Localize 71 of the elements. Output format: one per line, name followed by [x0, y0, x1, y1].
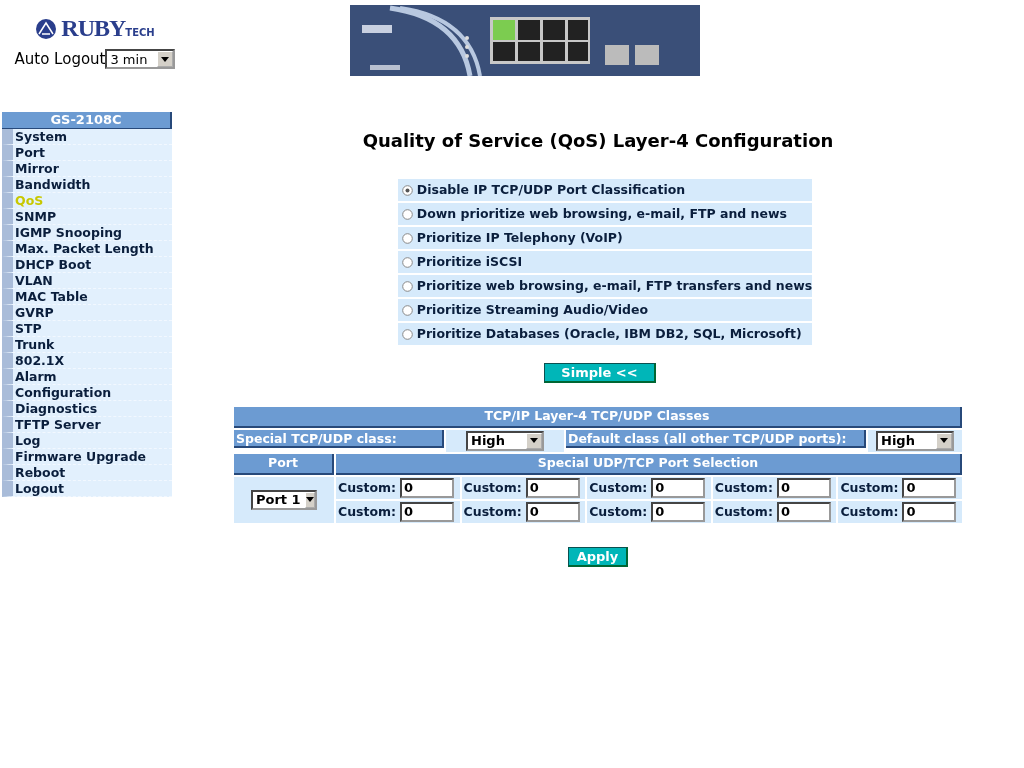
- option-label: Disable IP TCP/UDP Port Classification: [416, 180, 686, 199]
- port-number-field[interactable]: 0: [525, 501, 580, 522]
- custom-label: Custom:: [714, 480, 773, 495]
- option-label: Prioritize IP Telephony (VoIP): [416, 228, 623, 247]
- custom-label: Custom:: [589, 504, 648, 520]
- sidebar-title: GS-2108C: [2, 112, 172, 129]
- sidebar-item[interactable]: Trunk: [2, 337, 172, 353]
- sidebar-item[interactable]: STP: [2, 321, 172, 337]
- port-number-field[interactable]: 0: [651, 477, 706, 498]
- sidebar-item[interactable]: Firmware Upgrade: [2, 449, 172, 465]
- port-number-field[interactable]: 0: [400, 501, 455, 522]
- sidebar-item[interactable]: Max. Packet Length: [2, 241, 172, 257]
- custom-label: Custom:: [840, 504, 899, 520]
- port-number-field[interactable]: 0: [525, 477, 580, 498]
- table-header: Default class (all other TCP/UDP ports):: [566, 429, 866, 448]
- table-header: Port: [234, 453, 334, 475]
- radio-button[interactable]: [401, 280, 413, 292]
- option-label: Down prioritize web browsing, e-mail, FTP and news: [416, 204, 787, 223]
- port-select[interactable]: Port 1: [251, 489, 317, 510]
- custom-label: Custom:: [840, 480, 899, 495]
- sidebar-item[interactable]: Alarm: [2, 369, 172, 385]
- sidebar-item[interactable]: GVRP: [2, 305, 172, 321]
- option-label: Prioritize web browsing, e-mail, FTP transfers and news: [416, 276, 813, 295]
- sidebar-item[interactable]: Configuration: [2, 385, 172, 401]
- port-number-field[interactable]: 0: [651, 501, 706, 522]
- sidebar-item[interactable]: IGMP Snooping: [2, 225, 172, 241]
- sidebar-item[interactable]: Logout: [2, 481, 172, 497]
- table-header: Special TCP/UDP class:: [234, 429, 444, 448]
- page-title: Quality of Service (QoS) Layer-4 Configuration: [362, 129, 834, 153]
- radio-button[interactable]: [401, 184, 413, 196]
- radio-button[interactable]: [401, 208, 413, 220]
- custom-label: Custom:: [589, 480, 648, 495]
- special-class-select[interactable]: High: [466, 430, 544, 451]
- custom-label: Custom:: [714, 504, 773, 520]
- port-number-field[interactable]: 0: [902, 501, 957, 522]
- globe-logo-icon: [35, 18, 58, 40]
- port-number-field[interactable]: 0: [776, 477, 831, 498]
- port-number-field[interactable]: 0: [902, 477, 957, 498]
- radio-button[interactable]: [401, 328, 413, 340]
- table-header: Special UDP/TCP Port Selection: [336, 453, 962, 475]
- radio-button[interactable]: [401, 232, 413, 244]
- sidebar-item[interactable]: MAC Table: [2, 289, 172, 305]
- option-label: Prioritize Databases (Oracle, IBM DB2, SQL, Microsoft): [416, 324, 802, 343]
- sidebar-item[interactable]: TFTP Server: [2, 417, 172, 433]
- sidebar-item[interactable]: Port: [2, 145, 172, 161]
- logo-text: RUBY: [61, 16, 126, 40]
- sidebar-item[interactable]: DHCP Boot: [2, 257, 172, 273]
- option-label: Prioritize iSCSI: [416, 252, 523, 271]
- sidebar-item[interactable]: Bandwidth: [2, 177, 172, 193]
- port-number-field[interactable]: 0: [776, 501, 831, 522]
- table-title: TCP/IP Layer-4 TCP/UDP Classes: [234, 407, 962, 428]
- option-label: Prioritize Streaming Audio/Video: [416, 300, 649, 319]
- auto-logout-select[interactable]: 3 min: [105, 49, 176, 70]
- custom-label: Custom:: [338, 504, 397, 520]
- sidebar-item[interactable]: System: [2, 129, 172, 145]
- custom-label: Custom:: [338, 480, 397, 495]
- sidebar-item[interactable]: Log: [2, 433, 172, 449]
- sidebar-item[interactable]: SNMP: [2, 209, 172, 225]
- logo-suffix: TECH: [125, 27, 155, 40]
- custom-label: Custom:: [463, 480, 522, 495]
- radio-button[interactable]: [401, 256, 413, 268]
- custom-label: Custom:: [463, 504, 522, 520]
- auto-logout-label: Auto Logout: [14, 49, 106, 70]
- sidebar-item[interactable]: 802.1X: [2, 353, 172, 369]
- default-class-select[interactable]: High: [876, 430, 954, 451]
- sidebar-item[interactable]: Diagnostics: [2, 401, 172, 417]
- port-number-field[interactable]: 0: [400, 477, 455, 498]
- sidebar-item[interactable]: Mirror: [2, 161, 172, 177]
- sidebar-item[interactable]: VLAN: [2, 273, 172, 289]
- radio-button[interactable]: [401, 304, 413, 316]
- sidebar-item[interactable]: Reboot: [2, 465, 172, 481]
